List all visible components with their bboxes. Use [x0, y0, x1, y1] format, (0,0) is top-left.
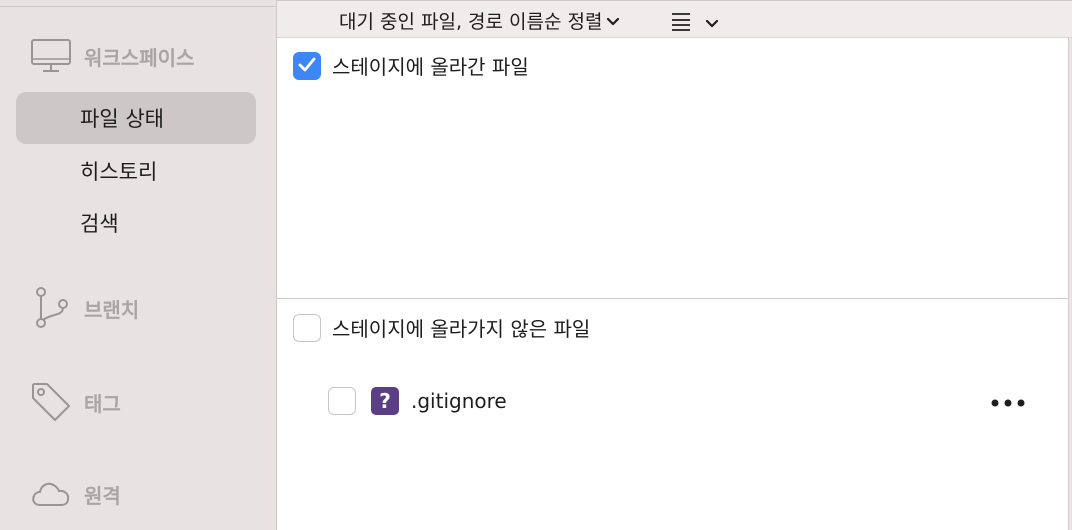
staged-select-all-checkbox[interactable] — [293, 51, 321, 80]
monitor-icon — [30, 38, 72, 74]
sidebar-item-search[interactable]: 검색 — [16, 197, 256, 249]
sidebar-section-remotes[interactable]: 원격 — [30, 478, 121, 510]
sidebar-item-file-status[interactable]: 파일 상태 — [16, 92, 256, 144]
sidebar-section-tags-label: 태그 — [84, 391, 121, 416]
checkmark-icon — [298, 54, 316, 78]
sidebar-top-border — [0, 6, 276, 7]
sort-dropdown[interactable]: 대기 중인 파일, 경로 이름순 정렬 — [339, 7, 620, 34]
file-row[interactable]: ? .gitignore — [328, 386, 1028, 416]
cloud-icon — [30, 478, 72, 510]
tag-icon — [30, 381, 72, 423]
sidebar: 워크스페이스 파일 상태 히스토리 검색 브랜치 태그 원격 — [0, 0, 277, 530]
staged-files-pane: 스테이지에 올라간 파일 — [277, 38, 1068, 299]
chevron-down-icon — [705, 14, 719, 33]
sidebar-item-label: 검색 — [80, 212, 119, 236]
file-more-button[interactable] — [988, 386, 1028, 416]
staged-files-header: 스테이지에 올라간 파일 — [293, 51, 529, 80]
sidebar-section-branches-label: 브랜치 — [84, 297, 140, 322]
sort-dropdown-label: 대기 중인 파일, 경로 이름순 정렬 — [339, 11, 603, 33]
untracked-status-badge: ? — [371, 387, 399, 415]
file-checkbox[interactable] — [328, 387, 356, 415]
sidebar-section-workspace[interactable]: 워크스페이스 — [30, 38, 194, 74]
sidebar-section-tags[interactable]: 태그 — [30, 381, 121, 423]
question-mark-icon: ? — [379, 389, 391, 413]
sidebar-section-branches[interactable]: 브랜치 — [30, 286, 139, 330]
unstaged-files-header: 스테이지에 올라가지 않은 파일 — [293, 313, 590, 342]
unstaged-files-title: 스테이지에 올라가지 않은 파일 — [332, 317, 591, 341]
branch-icon — [30, 286, 72, 330]
file-name: .gitignore — [411, 389, 507, 413]
more-icon — [991, 392, 1025, 411]
pane-scrollbar-edge — [1068, 38, 1072, 530]
sidebar-section-workspace-label: 워크스페이스 — [84, 45, 195, 70]
file-toolbar: 대기 중인 파일, 경로 이름순 정렬 — [277, 0, 1072, 38]
view-mode-dropdown[interactable] — [671, 11, 719, 35]
sidebar-item-label: 히스토리 — [80, 160, 158, 184]
sidebar-section-remotes-label: 원격 — [84, 483, 121, 508]
unstaged-select-all-checkbox[interactable] — [293, 313, 321, 342]
unstaged-files-pane: 스테이지에 올라가지 않은 파일 ? .gitignore — [277, 300, 1068, 530]
staged-files-title: 스테이지에 올라간 파일 — [332, 55, 529, 79]
list-icon — [671, 11, 691, 35]
chevron-down-icon — [606, 10, 620, 32]
sidebar-item-history[interactable]: 히스토리 — [16, 145, 256, 197]
sidebar-item-label: 파일 상태 — [80, 107, 164, 131]
